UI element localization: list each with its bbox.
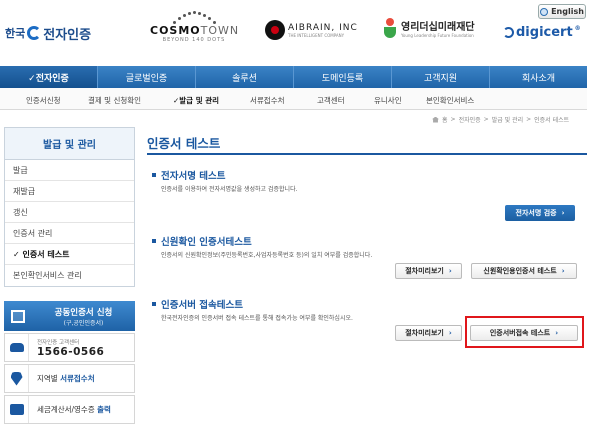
sidebar-item-cert-test[interactable]: ✓ 인증서 테스트 bbox=[5, 244, 134, 265]
sub-nav-item-unisign[interactable]: 유니사인 bbox=[374, 95, 402, 106]
aibrain-logo[interactable]: AIBRAIN, INC THE INTELLIGENT COMPANY bbox=[265, 20, 358, 40]
section-title-identity: 신원확인 인증서테스트 bbox=[152, 234, 252, 248]
sub-nav-item-documents[interactable]: 서류접수처 bbox=[250, 95, 285, 106]
sidebar-menu: 발급 및 관리 발급 재발급 갱신 인증서 관리 ✓ 인증서 테스트 본인확인서… bbox=[4, 127, 135, 287]
apply-cert-banner[interactable]: 공동인증서 신청 (구,공인인증서) bbox=[4, 301, 135, 331]
tax-invoice-print-link[interactable]: 세금계산서/영수증 출력 bbox=[4, 395, 135, 424]
section-desc-identity: 인증서의 신원확인정보(주민등록번호,사업자등록번호 등)의 일치 여부를 검증… bbox=[161, 252, 373, 259]
breadcrumb-sep: > bbox=[526, 116, 532, 123]
section-title-signature: 전자서명 테스트 bbox=[152, 168, 226, 182]
sidebar-item-cert-manage[interactable]: 인증서 관리 bbox=[5, 223, 134, 244]
breadcrumb: 홈 > 전자인증 > 발급 및 관리 > 인증서 테스트 bbox=[432, 115, 569, 124]
identity-cert-test-button[interactable]: 신원확인용인증서 테스트 › bbox=[471, 263, 577, 279]
aibrain-brain-icon bbox=[265, 20, 285, 40]
customer-center-tel: 전자인증 고객센터 1566-0566 bbox=[4, 333, 135, 362]
digicert-mark-icon bbox=[503, 27, 514, 38]
breadcrumb-home[interactable]: 홈 bbox=[442, 115, 448, 124]
sub-nav-item-identity[interactable]: 본인확인서비스 bbox=[426, 95, 474, 106]
edit-icon bbox=[11, 309, 25, 323]
foundation-person-icon bbox=[383, 18, 397, 38]
tel-label: 전자인증 고객센터 bbox=[37, 339, 80, 346]
foundation-logo[interactable]: 영리더십미래재단 Young Leadership Future Foundat… bbox=[383, 18, 475, 38]
cosmotown-main: COSMO bbox=[150, 24, 201, 37]
home-icon[interactable] bbox=[432, 116, 439, 123]
main-nav-item-e-cert[interactable]: ✓전자인증 bbox=[0, 66, 98, 88]
main-nav-item-domain[interactable]: 도메인등록 bbox=[294, 66, 392, 88]
sidebar-title: 발급 및 관리 bbox=[5, 128, 134, 160]
signature-verify-button[interactable]: 전자서명 검증 › bbox=[505, 205, 575, 221]
reception-highlight: 서류접수처 bbox=[60, 374, 95, 383]
printer-icon bbox=[9, 404, 24, 415]
breadcrumb-sep: > bbox=[483, 116, 489, 123]
bullet-icon bbox=[152, 302, 156, 306]
bullet-icon bbox=[152, 173, 156, 177]
chevron-right-icon: › bbox=[448, 329, 452, 337]
kica-swirl-icon bbox=[27, 26, 42, 40]
section-title-server: 인증서버 접속테스트 bbox=[152, 297, 243, 311]
apply-cert-title: 공동인증서 신청 bbox=[54, 307, 113, 318]
main-nav-item-global-cert[interactable]: 글로벌인증 bbox=[98, 66, 196, 88]
cosmotown-dots-icon bbox=[150, 10, 238, 24]
section-desc-server: 한국전자인증의 인증서버 접속 테스트를 통해 접속가능 여부를 확인하십시오. bbox=[161, 315, 353, 322]
digicert-logo[interactable]: digicert ® bbox=[503, 25, 581, 40]
sub-nav-item-issue-manage[interactable]: ✓발급 및 관리 bbox=[173, 95, 219, 106]
main-nav-item-solution[interactable]: 솔루션 bbox=[196, 66, 294, 88]
bullet-icon bbox=[152, 239, 156, 243]
title-divider bbox=[147, 153, 587, 155]
sidebar-item-identity-manage[interactable]: 본인확인서비스 관리 bbox=[5, 265, 134, 286]
digicert-reg: ® bbox=[574, 25, 581, 32]
chevron-right-icon: › bbox=[561, 209, 565, 217]
map-pin-icon bbox=[10, 371, 23, 386]
cosmotown-sub: BEYOND 140 DOTS bbox=[162, 37, 226, 43]
section-desc-signature: 인증서를 이용하여 전자서명값을 생성하고 검증합니다. bbox=[161, 186, 298, 193]
sub-nav-item-apply[interactable]: 인증서신청 bbox=[26, 95, 61, 106]
sub-nav-item-customer-center[interactable]: 고객센터 bbox=[317, 95, 345, 106]
sidebar-item-renew[interactable]: 갱신 bbox=[5, 202, 134, 223]
cosmotown-logo[interactable]: COSMOTOWN BEYOND 140 DOTS bbox=[150, 10, 238, 50]
highlight-box bbox=[465, 316, 584, 348]
kica-logo-name: 전자인증 bbox=[43, 27, 92, 43]
aibrain-sub: THE INTELLIGENT COMPANY bbox=[288, 32, 345, 38]
server-preview-button[interactable]: 절차미리보기 › bbox=[395, 325, 462, 341]
page-title: 인증서 테스트 bbox=[147, 136, 221, 151]
tel-number: 1566-0566 bbox=[37, 345, 105, 358]
chevron-right-icon: › bbox=[448, 267, 452, 275]
reception-prefix: 지역별 bbox=[37, 374, 61, 383]
identity-preview-button[interactable]: 절차미리보기 › bbox=[395, 263, 462, 279]
tax-prefix: 세금계산서/영수증 bbox=[37, 405, 98, 414]
chevron-right-icon: › bbox=[561, 267, 565, 275]
aibrain-name: AIBRAIN, INC bbox=[288, 22, 358, 33]
language-label: English bbox=[551, 7, 584, 16]
breadcrumb-current: 인증서 테스트 bbox=[534, 117, 570, 124]
cosmotown-accent: TOWN bbox=[200, 24, 240, 37]
digicert-name: digicert bbox=[516, 25, 573, 40]
foundation-name: 영리더십미래재단 bbox=[401, 22, 475, 33]
main-nav-item-support[interactable]: 고객지원 bbox=[392, 66, 490, 88]
main-nav: ✓전자인증 글로벌인증 솔루션 도메인등록 고객지원 회사소개 bbox=[0, 66, 587, 88]
kica-logo[interactable]: 한국 전자인증 bbox=[5, 22, 91, 44]
breadcrumb-sep: > bbox=[450, 116, 456, 123]
apply-cert-sub: (구,공인인증서) bbox=[63, 319, 104, 327]
sub-nav-item-payment[interactable]: 결제 및 신청확인 bbox=[88, 95, 141, 106]
phone-icon bbox=[9, 343, 24, 352]
sub-nav: 인증서신청 결제 및 신청확인 ✓발급 및 관리 서류접수처 고객센터 유니사인… bbox=[0, 88, 587, 110]
foundation-sub: Young Leadership Future Foundation bbox=[401, 33, 474, 38]
regional-reception-link[interactable]: 지역별 서류접수처 bbox=[4, 364, 135, 393]
breadcrumb-e-cert[interactable]: 전자인증 bbox=[459, 115, 481, 124]
kica-logo-kor: 한국 bbox=[5, 27, 26, 40]
tax-highlight: 출력 bbox=[97, 405, 111, 414]
breadcrumb-issue-manage[interactable]: 발급 및 관리 bbox=[492, 115, 523, 124]
sidebar-item-reissue[interactable]: 재발급 bbox=[5, 181, 134, 202]
english-language-button[interactable]: English bbox=[538, 4, 586, 19]
globe-icon bbox=[540, 7, 549, 16]
main-nav-item-company[interactable]: 회사소개 bbox=[490, 66, 587, 88]
sidebar-item-issue[interactable]: 발급 bbox=[5, 160, 134, 181]
